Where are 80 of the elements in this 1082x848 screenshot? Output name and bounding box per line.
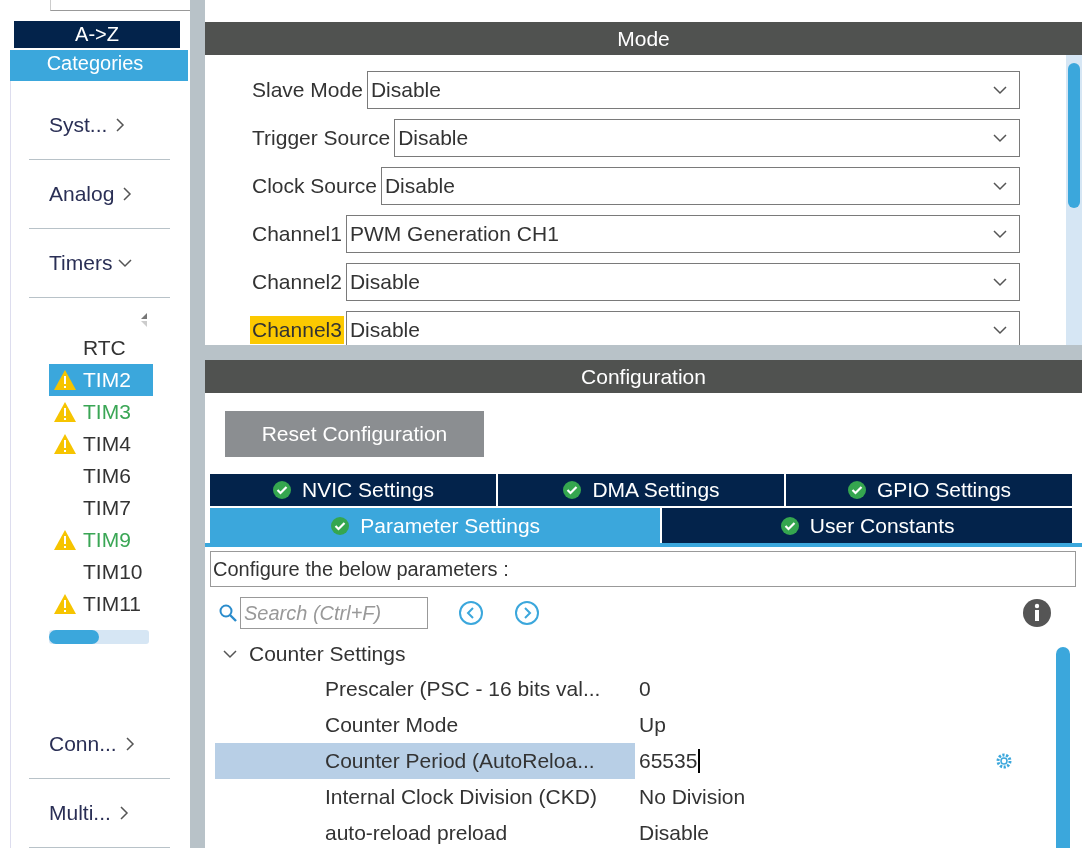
timer-item[interactable]: TIM7 <box>49 492 153 524</box>
timer-label: TIM11 <box>83 592 141 616</box>
chevron-down-icon <box>993 275 1007 289</box>
parameter-name[interactable]: Counter Period (AutoReloa... <box>215 743 635 779</box>
dropdown[interactable]: Disable <box>394 119 1020 157</box>
panel-header: Mode <box>205 22 1082 55</box>
category-item[interactable]: Analog <box>29 160 170 229</box>
dropdown[interactable]: PWM Generation CH1 <box>345 215 1020 253</box>
field-label: Channel1 <box>251 221 343 247</box>
scrollbar-thumb[interactable] <box>1068 63 1080 208</box>
category-item[interactable]: Conn... <box>29 710 170 779</box>
field-label: Channel3 <box>250 316 344 344</box>
search-field[interactable] <box>50 0 190 11</box>
parameter-value: Disable <box>639 821 710 845</box>
dropdown[interactable]: Disable <box>380 167 1020 205</box>
field-label: Slave Mode <box>251 77 364 103</box>
sort-tab[interactable]: A->Z <box>14 20 180 48</box>
timer-item[interactable]: TIM6 <box>49 460 153 492</box>
parameter-name[interactable]: Prescaler (PSC - 16 bits val... <box>215 671 635 707</box>
parameter-name[interactable]: Internal Clock Division (CKD) <box>215 779 635 815</box>
info-icon[interactable] <box>1022 598 1052 628</box>
scroll-arrows-icon[interactable] <box>139 312 149 328</box>
panel-header: Configuration <box>205 360 1082 393</box>
parameter-name[interactable]: Counter Mode <box>215 707 635 743</box>
category-item[interactable]: Syst... <box>29 91 170 160</box>
chevron-down-icon <box>118 256 133 270</box>
timer-label: TIM2 <box>83 368 131 392</box>
check-circle-icon <box>562 480 583 500</box>
check-circle-icon <box>846 480 867 500</box>
timer-label: TIM10 <box>83 560 143 584</box>
settings-tab[interactable]: DMA Settings <box>498 474 784 506</box>
warning-icon <box>53 369 77 391</box>
warning-icon <box>53 433 77 455</box>
timer-item[interactable]: TIM10 <box>49 556 153 588</box>
timer-label: TIM3 <box>83 400 131 424</box>
timer-item[interactable]: TIM4 <box>49 428 153 460</box>
chevron-down-icon <box>993 83 1007 97</box>
timer-label: TIM9 <box>83 528 131 552</box>
timer-label: TIM6 <box>83 464 131 488</box>
parameter-name[interactable]: auto-reload preload <box>215 815 635 848</box>
field-label: Clock Source <box>251 173 378 199</box>
chevron-down-icon <box>993 179 1007 193</box>
timer-label: RTC <box>83 336 126 360</box>
scrollbar-track[interactable] <box>1066 55 1082 345</box>
parameter-value: 0 <box>639 677 651 701</box>
warning-icon <box>53 401 77 423</box>
search-field[interactable]: Search (Ctrl+F) <box>240 597 428 629</box>
timer-label: TIM4 <box>83 432 131 456</box>
check-circle-icon <box>330 515 351 536</box>
chevron-down-icon <box>993 323 1007 337</box>
dropdown[interactable]: Disable <box>366 71 1020 109</box>
parameter-value[interactable]: 65535 <box>639 749 701 773</box>
settings-tab[interactable]: NVIC Settings <box>210 474 496 506</box>
chevron-down-icon <box>223 647 237 661</box>
scrollbar-thumb[interactable] <box>49 630 99 644</box>
warning-icon <box>53 593 77 615</box>
timer-item[interactable]: TIM11 <box>49 588 153 620</box>
next-button[interactable] <box>514 600 540 626</box>
timer-item[interactable]: RTC <box>49 332 153 364</box>
check-circle-icon <box>779 515 800 536</box>
chevron-down-icon <box>993 131 1007 145</box>
field-label: Trigger Source <box>251 125 392 151</box>
category-item[interactable]: Timers <box>29 229 170 298</box>
gear-icon[interactable] <box>994 751 1014 771</box>
settings-tab[interactable]: User Constants <box>662 508 1072 543</box>
settings-tab[interactable]: GPIO Settings <box>786 474 1072 506</box>
check-circle-icon <box>272 480 293 500</box>
timer-label: TIM7 <box>83 496 131 520</box>
category-item[interactable]: Multi... <box>29 779 170 848</box>
field-label: Channel2 <box>251 269 343 295</box>
previous-button[interactable] <box>458 600 484 626</box>
description-text: Configure the below parameters : <box>210 551 1076 587</box>
group-header[interactable]: Counter Settings <box>215 637 1056 671</box>
scrollbar-track[interactable] <box>49 630 149 644</box>
warning-icon <box>53 529 77 551</box>
parameter-value: No Division <box>639 785 746 809</box>
search-icon <box>219 604 237 622</box>
chevron-down-icon <box>993 227 1007 241</box>
dropdown[interactable]: Disable <box>345 263 1020 301</box>
parameter-value: Up <box>639 713 666 737</box>
